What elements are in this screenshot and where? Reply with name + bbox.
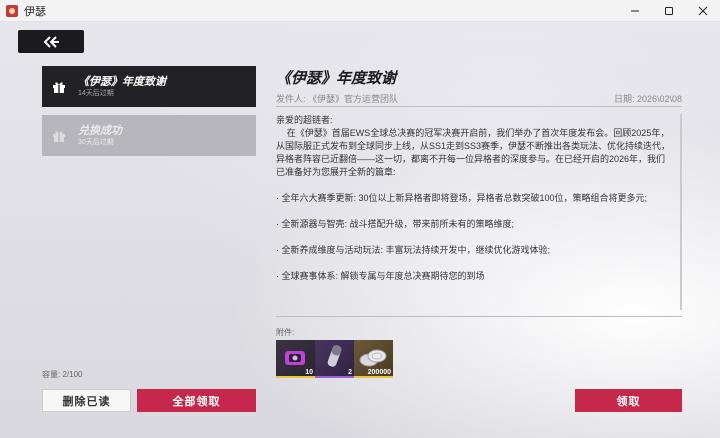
app-logo-icon: [6, 4, 18, 17]
claim-button[interactable]: 领取: [575, 389, 682, 412]
attachment-count: 2: [348, 369, 352, 376]
attachments-divider: [276, 316, 682, 317]
mail-item-expiry: 30天后过期: [78, 138, 114, 146]
attachments-label: 附件:: [276, 328, 295, 337]
mail-item-expiry: 14天后过期: [78, 89, 114, 97]
minimize-icon: [631, 10, 639, 12]
mail-bullet: · 全新源器与智壳: 战斗搭配升级，带来前所未有的策略维度;: [276, 219, 515, 229]
window-controls: [618, 0, 720, 22]
attachment-count: 10: [305, 369, 313, 376]
title-bar: 伊瑟: [0, 0, 720, 22]
mailbox-screen: 《伊瑟》年度致谢 14天后过期 兑换成功 30天后过期 容量: 2/100 删除…: [0, 22, 720, 438]
maximize-icon: [665, 7, 673, 15]
back-button[interactable]: [18, 30, 84, 53]
mail-sender: 发件人: 《伊瑟》官方运营团队: [276, 94, 399, 104]
minimize-button[interactable]: [618, 0, 652, 22]
gift-icon: [50, 127, 68, 145]
mail-bullet: · 全新养成维度与活动玩法: 丰富玩法持续开发中，继续优化游戏体验;: [276, 245, 551, 255]
mail-item-title: 兑换成功: [78, 124, 122, 137]
mail-body[interactable]: 亲爱的超链者: 在《伊瑟》首届EWS全球总决赛的冠军决赛开启前，我们举办了首次年…: [276, 114, 672, 310]
mailbox-capacity: 容量: 2/100: [42, 370, 83, 379]
attachment-count: 200000: [367, 369, 391, 376]
close-icon: [698, 6, 708, 16]
attachments-list: 10 2 200000: [276, 340, 393, 378]
header-divider: [276, 106, 682, 107]
mail-item-annual-thanks[interactable]: 《伊瑟》年度致谢 14天后过期: [42, 66, 256, 107]
mail-item-title: 《伊瑟》年度致谢: [78, 75, 166, 88]
mail-greeting: 亲爱的超链者:: [276, 115, 333, 125]
mail-body-scrollbar[interactable]: [680, 114, 682, 310]
delete-read-button[interactable]: 删除已读: [42, 389, 131, 412]
rarity-bar: [276, 376, 315, 378]
attachment-item[interactable]: 200000: [354, 340, 393, 378]
maximize-button[interactable]: [652, 0, 686, 22]
window-title: 伊瑟: [24, 5, 46, 18]
gift-icon: [50, 78, 68, 96]
mail-bullet: · 全球赛事体系: 解锁专属与年度总决赛期待您的到场: [276, 271, 485, 281]
mail-title: 《伊瑟》年度致谢: [276, 70, 397, 87]
attachment-item[interactable]: 2: [315, 340, 354, 378]
mail-item-redeem-success[interactable]: 兑换成功 30天后过期: [42, 115, 256, 156]
rarity-bar: [315, 376, 354, 378]
attachment-item[interactable]: 10: [276, 340, 315, 378]
mail-paragraph: 在《伊瑟》首届EWS全球总决赛的冠军决赛开启前，我们举办了首次年度发布会。回顾2…: [276, 128, 671, 177]
mail-bullet: · 全年六大赛季更新: 30位以上新异格者即将登场，异格者总数突破100位，策略…: [276, 193, 648, 203]
mail-date: 日期: 2026\02\08: [613, 94, 682, 104]
close-button[interactable]: [686, 0, 720, 22]
double-chevron-left-icon: [43, 35, 59, 48]
claim-all-button[interactable]: 全部领取: [137, 389, 256, 412]
rarity-bar: [354, 376, 393, 378]
